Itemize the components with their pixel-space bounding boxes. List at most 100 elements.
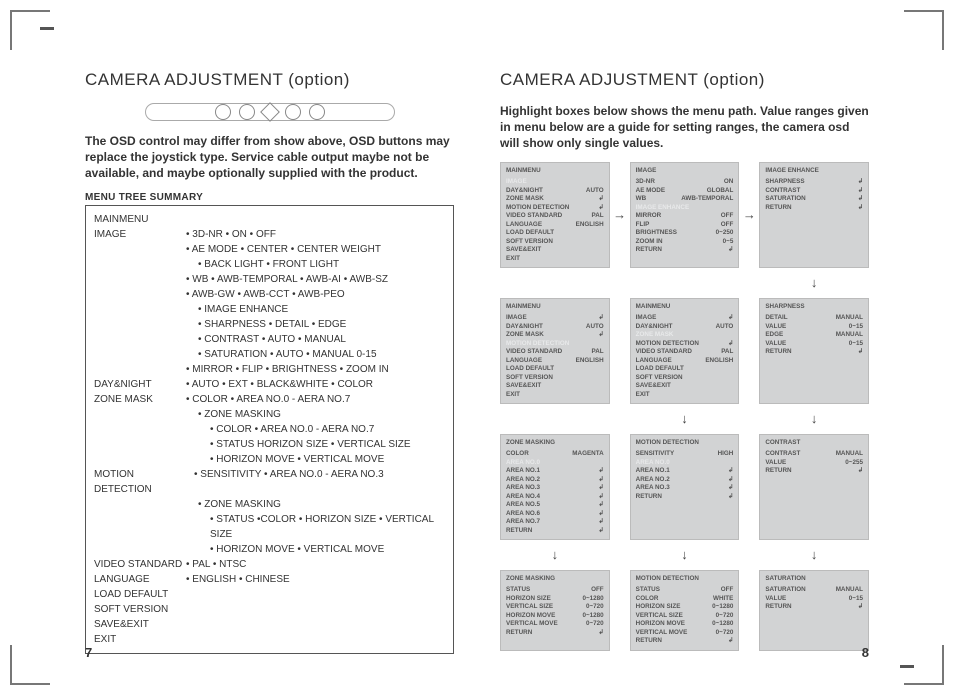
osd-row-value: ↲ [728, 340, 733, 349]
osd-menu-row: DAY&NIGHTAUTO [506, 187, 604, 196]
menu-tree-row: SOFT VERSION [94, 602, 445, 617]
menu-tree-row: • CONTRAST • AUTO • MANUAL [94, 332, 445, 347]
controller-joystick-icon [260, 102, 280, 122]
osd-row-value: ↲ [728, 246, 733, 255]
osd-row-value: 0~5 [723, 238, 734, 247]
osd-menu-row: SATURATION↲ [765, 195, 863, 204]
osd-row-key: 3D-NR [636, 178, 655, 187]
osd-menu-row: IMAGE↲ [506, 314, 604, 323]
osd-menu-row: RETURN↲ [765, 603, 863, 612]
osd-menu-row: VIDEO STANDARDPAL [506, 212, 604, 221]
menu-tree-row: VIDEO STANDARD• PAL • NTSC [94, 557, 445, 572]
osd-row-value: PAL [592, 212, 604, 221]
osd-row-value: WHITE [713, 595, 733, 604]
osd-row-key: HORIZON MOVE [636, 620, 685, 629]
osd-row-key: HORIZON SIZE [506, 595, 551, 604]
osd-row-key: SAVE&EXIT [636, 382, 671, 391]
osd-menu-row: AREA NO.0 [506, 459, 604, 468]
osd-row-key: AE MODE [636, 187, 665, 196]
menu-tree-row: EXIT [94, 632, 445, 647]
osd-row-key: DAY&NIGHT [636, 323, 673, 332]
osd-menu-row: RETURN↲ [765, 467, 863, 476]
osd-row-key: RETURN [636, 637, 662, 646]
osd-menu-row: HORIZON SIZE0~1280 [636, 603, 734, 612]
menu-tree-row: • ZONE MASKING [94, 407, 445, 422]
menu-tree-row: • HORIZON MOVE • VERTICAL MOVE [94, 542, 445, 557]
osd-row-value: MANUAL [836, 450, 863, 459]
osd-menu-row: SAVE&EXIT [636, 382, 734, 391]
osd-box-title: MAINMENU [506, 167, 604, 176]
menu-tree-value: • BACK LIGHT • FRONT LIGHT [186, 257, 445, 272]
menu-tree-value: • ENGLISH • CHINESE [186, 572, 445, 587]
osd-menu-row: ZONE MASK [636, 331, 734, 340]
osd-row-value: AUTO [586, 187, 604, 196]
crop-mark-bl [10, 645, 50, 685]
osd-menu-row: AREA NO.1↲ [636, 467, 734, 476]
osd-menu-row: SOFT VERSION [506, 374, 604, 383]
menu-tree-key: ZONE MASK [94, 392, 186, 407]
osd-menu-row: EDGEMANUAL [765, 331, 863, 340]
menu-tree-value: • PAL • NTSC [186, 557, 445, 572]
menu-tree-value: • CONTRAST • AUTO • MANUAL [186, 332, 445, 347]
menu-tree-row: • SHARPNESS • DETAIL • EDGE [94, 317, 445, 332]
osd-row-value: ↲ [858, 603, 863, 612]
osd-menu-row: VALUE0~15 [765, 340, 863, 349]
osd-row-value: 0~15 [849, 595, 863, 604]
arrow-down-icon: ↓ [630, 546, 740, 564]
menu-tree-key [94, 407, 186, 422]
osd-row-key: AREA NO.6 [506, 510, 540, 519]
osd-row-key: AREA NO.7 [506, 518, 540, 527]
osd-row-key: SOFT VERSION [636, 374, 683, 383]
menu-tree-value: • COLOR • AREA NO.0 - AERA NO.7 [186, 422, 445, 437]
osd-row-value: ↲ [858, 467, 863, 476]
osd-menu-row: CONTRAST↲ [765, 187, 863, 196]
menu-tree-value: • STATUS •COLOR • HORIZON SIZE • VERTICA… [186, 512, 445, 542]
osd-row-key: AREA NO.5 [506, 501, 540, 510]
osd-row-key: ZOOM IN [636, 238, 663, 247]
osd-row-value: ↲ [598, 476, 603, 485]
osd-row-key: EXIT [506, 255, 520, 264]
menu-tree-key [94, 272, 186, 287]
menu-tree-value [186, 632, 445, 647]
osd-menu-row: AREA NO.1↲ [506, 467, 604, 476]
osd-row-value: ↲ [598, 629, 603, 638]
osd-menu-row: AREA NO.2↲ [636, 476, 734, 485]
controller-button-icon [285, 104, 301, 120]
osd-box-title: MAINMENU [506, 303, 604, 312]
osd-row-key: AREA NO.2 [506, 476, 540, 485]
osd-row-value: ↲ [598, 195, 603, 204]
osd-menu-box: ZONE MASKINGSTATUSOFFHORIZON SIZE0~1280V… [500, 570, 610, 651]
osd-row-key: DETAIL [765, 314, 787, 323]
osd-row-key: VALUE [765, 459, 786, 468]
osd-menu-row: RETURN↲ [765, 204, 863, 213]
osd-box-title: IMAGE ENHANCE [765, 167, 863, 176]
menu-tree-value: • HORIZON MOVE • VERTICAL MOVE [186, 542, 445, 557]
osd-row-key: RETURN [506, 527, 532, 536]
osd-row-key: AREA NO.1 [506, 467, 540, 476]
osd-row-value: MAGENTA [572, 450, 603, 459]
menu-tree-key [94, 512, 186, 542]
osd-row-value: ↲ [728, 484, 733, 493]
menu-tree-value: • STATUS HORIZON SIZE • VERTICAL SIZE [186, 437, 445, 452]
osd-box-title: MOTION DETECTION [636, 439, 734, 448]
osd-row-key: SENSITIVITY [636, 450, 675, 459]
menu-tree-row: DAY&NIGHT• AUTO • EXT • BLACK&WHITE • CO… [94, 377, 445, 392]
osd-menu-row: LANGUAGEENGLISH [506, 357, 604, 366]
osd-row-key: RETURN [765, 348, 791, 357]
osd-row-value: ↲ [728, 637, 733, 646]
osd-row-value: ↲ [858, 178, 863, 187]
menu-tree-key [94, 332, 186, 347]
menu-tree-key [94, 362, 186, 377]
page-title: CAMERA ADJUSTMENT (option) [500, 70, 869, 90]
osd-menu-row: SATURATIONMANUAL [765, 586, 863, 595]
intro-paragraph: Highlight boxes below shows the menu pat… [500, 103, 869, 152]
menu-tree-value: • HORIZON MOVE • VERTICAL MOVE [186, 452, 445, 467]
osd-row-value: ↲ [728, 493, 733, 502]
osd-row-key: MOTION DETECTION [636, 340, 699, 349]
osd-row-value: AUTO [716, 323, 734, 332]
osd-menu-row: SHARPNESS↲ [765, 178, 863, 187]
osd-row-value: ENGLISH [576, 221, 604, 230]
osd-row-value: ↲ [598, 518, 603, 527]
osd-row-key: AREA NO.3 [636, 484, 670, 493]
osd-row-value: 0~250 [716, 229, 734, 238]
